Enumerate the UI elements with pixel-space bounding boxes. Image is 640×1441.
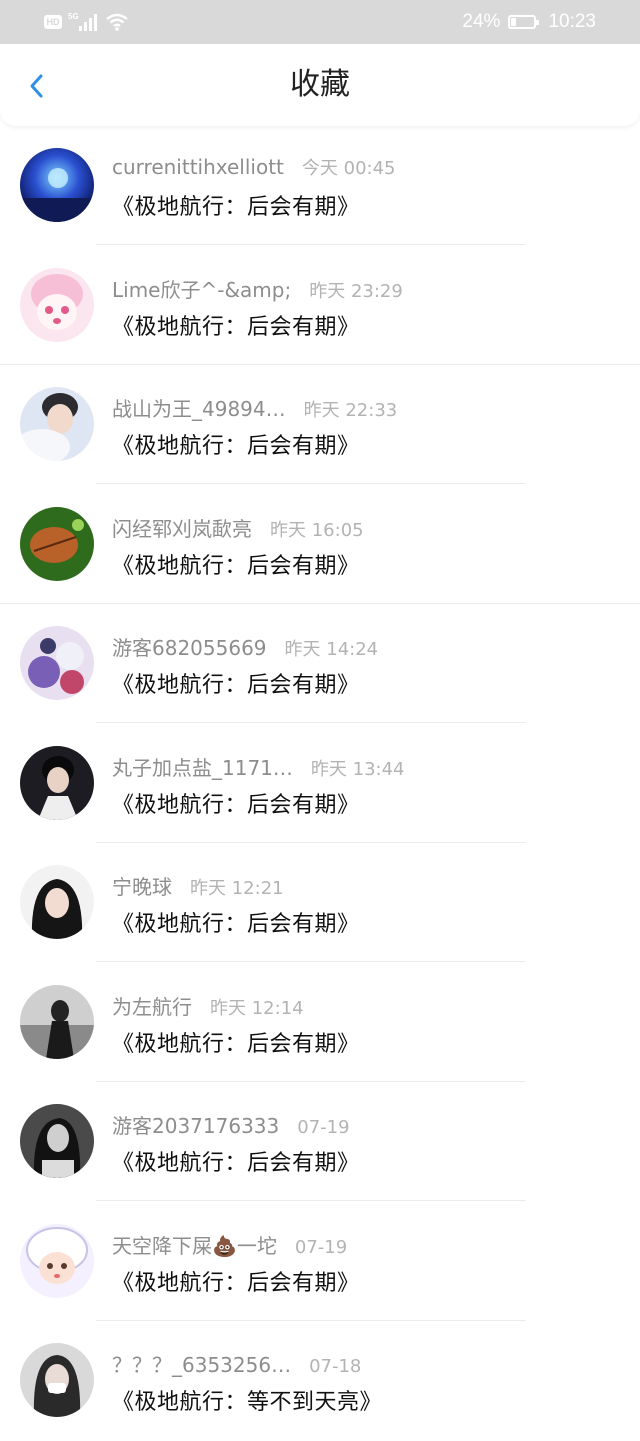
item-meta: 宁晚球 昨天 12:21 xyxy=(112,871,284,900)
status-right: 24% 10:23 xyxy=(462,9,596,35)
favorites-list: currenittihxelliott 今天 00:45 《极地航行：后会有期》… xyxy=(0,126,640,1441)
item-title[interactable]: 《极地航行：后会有期》 xyxy=(112,309,360,341)
username[interactable]: ？？？_6353256… xyxy=(112,1349,291,1378)
avatar[interactable] xyxy=(20,387,94,461)
avatar[interactable] xyxy=(20,267,94,342)
username[interactable]: 游客2037176333 xyxy=(112,1110,279,1139)
username[interactable]: 闪经郓刈岚歃亮 xyxy=(112,513,252,542)
avatar[interactable] xyxy=(20,865,94,939)
item-title[interactable]: 《极地航行：后会有期》 xyxy=(112,189,360,221)
clock: 10:23 xyxy=(548,11,596,32)
item-meta: ？？？_6353256… 07-18 xyxy=(112,1349,362,1378)
list-item[interactable]: ？？？_6353256… 07-18 《极地航行：等不到天亮》 xyxy=(0,1321,640,1441)
list-item[interactable]: Lime欣子^-&amp; 昨天 23:29 《极地航行：后会有期》 xyxy=(0,246,640,366)
status-left: HD 5G xyxy=(44,11,129,33)
list-item[interactable]: 为左航行 昨天 12:14 《极地航行：后会有期》 xyxy=(0,963,640,1083)
username[interactable]: 宁晚球 xyxy=(112,871,172,900)
timestamp: 昨天 23:29 xyxy=(309,280,403,302)
battery-icon xyxy=(508,15,540,29)
avatar[interactable] xyxy=(20,1343,94,1417)
username[interactable]: 丸子加点盐_1171… xyxy=(112,752,293,781)
username[interactable]: 天空降下屎💩一坨 xyxy=(112,1230,277,1259)
signal-icon xyxy=(78,14,97,31)
item-title[interactable]: 《极地航行：后会有期》 xyxy=(112,1265,360,1297)
list-item[interactable]: 游客682055669 昨天 14:24 《极地航行：后会有期》 xyxy=(0,604,640,724)
timestamp: 昨天 22:33 xyxy=(303,400,398,421)
username[interactable]: Lime欣子^-&amp; xyxy=(112,274,291,303)
avatar[interactable] xyxy=(20,148,94,222)
app-header: 收藏 xyxy=(0,44,640,126)
username[interactable]: 为左航行 xyxy=(112,991,192,1020)
item-meta: 为左航行 昨天 12:14 xyxy=(112,991,304,1020)
battery-level xyxy=(511,18,517,26)
item-meta: 天空降下屎💩一坨 07-19 xyxy=(112,1230,348,1259)
timestamp: 昨天 14:24 xyxy=(284,639,379,660)
item-meta: 游客2037176333 07-19 xyxy=(112,1110,350,1139)
wifi-icon xyxy=(105,13,128,31)
avatar[interactable] xyxy=(20,1223,94,1298)
avatar[interactable] xyxy=(20,1104,94,1178)
item-meta: 闪经郓刈岚歃亮 昨天 16:05 xyxy=(112,513,364,542)
item-meta: currenittihxelliott 今天 00:45 xyxy=(112,154,396,180)
list-item[interactable]: currenittihxelliott 今天 00:45 《极地航行：后会有期》 xyxy=(0,126,640,246)
battery-percent: 24% xyxy=(462,11,501,32)
list-item[interactable]: 天空降下屎💩一坨 07-19 《极地航行：后会有期》 xyxy=(0,1202,640,1322)
item-meta: 丸子加点盐_1171… 昨天 13:44 xyxy=(112,752,405,781)
item-title[interactable]: 《极地航行：后会有期》 xyxy=(112,548,360,580)
avatar[interactable] xyxy=(20,745,94,820)
timestamp: 07-19 xyxy=(294,1236,348,1258)
username[interactable]: 游客682055669 xyxy=(112,632,267,661)
list-item[interactable]: 战山为王_49894… 昨天 22:33 《极地航行：后会有期》 xyxy=(0,365,640,485)
timestamp: 今天 00:45 xyxy=(301,158,396,179)
timestamp: 07-18 xyxy=(309,1356,362,1377)
timestamp: 昨天 12:14 xyxy=(210,997,304,1019)
list-item[interactable]: 宁晚球 昨天 12:21 《极地航行：后会有期》 xyxy=(0,843,640,963)
item-meta: Lime欣子^-&amp; 昨天 23:29 xyxy=(112,274,403,303)
avatar[interactable] xyxy=(20,626,94,700)
item-title[interactable]: 《极地航行：后会有期》 xyxy=(112,1026,360,1058)
list-item[interactable]: 游客2037176333 07-19 《极地航行：后会有期》 xyxy=(0,1082,640,1202)
item-title[interactable]: 《极地航行：后会有期》 xyxy=(112,1145,360,1177)
timestamp: 昨天 12:21 xyxy=(190,878,284,899)
timestamp: 昨天 13:44 xyxy=(310,758,405,780)
hd-badge: HD xyxy=(44,15,62,29)
item-title[interactable]: 《极地航行：后会有期》 xyxy=(112,787,360,819)
item-title[interactable]: 《极地航行：等不到天亮》 xyxy=(112,1384,382,1416)
item-title[interactable]: 《极地航行：后会有期》 xyxy=(112,428,360,460)
item-meta: 游客682055669 昨天 14:24 xyxy=(112,632,379,661)
list-item[interactable]: 丸子加点盐_1171… 昨天 13:44 《极地航行：后会有期》 xyxy=(0,724,640,844)
username[interactable]: 战山为王_49894… xyxy=(112,393,286,422)
username[interactable]: currenittihxelliott xyxy=(112,155,284,179)
list-item[interactable]: 闪经郓刈岚歃亮 昨天 16:05 《极地航行：后会有期》 xyxy=(0,485,640,605)
item-title[interactable]: 《极地航行：后会有期》 xyxy=(112,906,360,938)
network-type: 5G xyxy=(68,11,79,21)
timestamp: 07-19 xyxy=(297,1117,350,1138)
item-title[interactable]: 《极地航行：后会有期》 xyxy=(112,667,360,699)
timestamp: 昨天 16:05 xyxy=(270,519,364,541)
avatar[interactable] xyxy=(20,984,94,1059)
avatar[interactable] xyxy=(20,506,94,581)
item-meta: 战山为王_49894… 昨天 22:33 xyxy=(112,393,398,422)
page-title: 收藏 xyxy=(290,67,350,102)
